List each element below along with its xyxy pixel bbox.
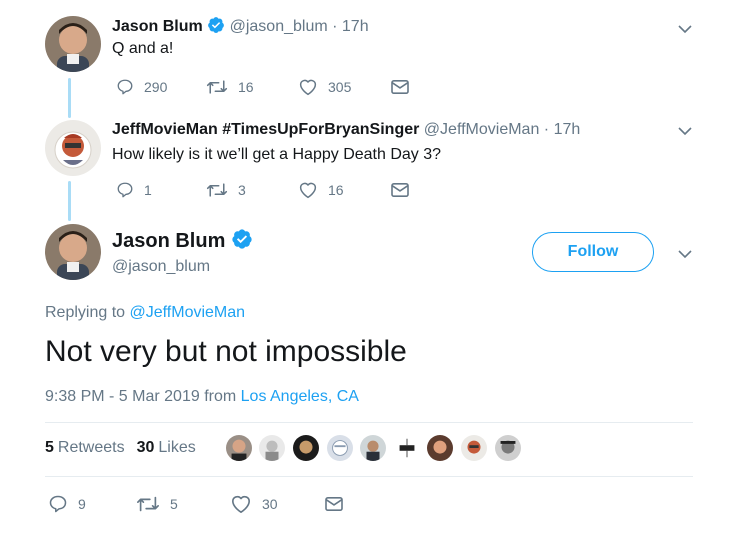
reply-button[interactable]: 9 xyxy=(48,494,136,514)
reply-button[interactable]: 290 xyxy=(116,78,206,96)
tweet2-time[interactable]: · 17h xyxy=(544,121,580,138)
likes-stat[interactable]: 30 Likes xyxy=(137,439,196,457)
liker-avatar[interactable] xyxy=(426,434,454,462)
reply-count: 9 xyxy=(78,496,86,512)
chevron-down-icon[interactable] xyxy=(677,246,693,262)
reply-icon xyxy=(49,495,67,513)
heart-icon xyxy=(299,79,317,96)
main-tweet-text: Not very but not impossible xyxy=(45,335,407,368)
tweet1-author-name[interactable]: Jason Blum xyxy=(112,18,203,35)
chevron-down-icon[interactable] xyxy=(677,21,693,37)
liker-avatar[interactable] xyxy=(292,434,320,462)
tweet2-handle[interactable]: @JeffMovieMan xyxy=(424,121,540,138)
retweet-icon xyxy=(206,80,228,94)
avatar-jeffmovieman[interactable] xyxy=(45,120,101,176)
location-link[interactable]: Los Angeles, CA xyxy=(241,388,359,405)
divider-top xyxy=(45,422,693,423)
chevron-down-icon[interactable] xyxy=(677,123,693,139)
liker-avatar[interactable] xyxy=(225,434,253,462)
tweet1-header: Jason Blum @jason_blum · 17h xyxy=(112,16,369,39)
like-count: 16 xyxy=(328,182,344,198)
liker-avatar[interactable] xyxy=(494,434,522,462)
main-author-name[interactable]: Jason Blum xyxy=(112,230,225,252)
retweet-button[interactable]: 16 xyxy=(206,78,298,96)
heart-icon xyxy=(299,182,317,199)
heart-icon xyxy=(232,495,250,513)
verified-badge-icon xyxy=(207,16,225,39)
timestamp[interactable]: 9:38 PM - 5 Mar 2019 from xyxy=(45,388,236,405)
retweet-count: 5 xyxy=(170,496,178,512)
tweet2-author-name[interactable]: JeffMovieMan #TimesUpForBryanSinger xyxy=(112,121,419,138)
liker-avatar[interactable] xyxy=(258,434,286,462)
retweet-icon xyxy=(137,496,159,512)
liker-avatar[interactable] xyxy=(393,434,421,462)
direct-message-button[interactable] xyxy=(390,182,410,198)
tweet1-time[interactable]: · 17h xyxy=(332,18,368,35)
retweets-stat-count: 5 xyxy=(45,439,54,456)
liker-avatar[interactable] xyxy=(359,434,387,462)
direct-message-button[interactable] xyxy=(324,496,344,512)
like-button[interactable]: 305 xyxy=(298,78,390,96)
retweet-count: 16 xyxy=(238,79,254,95)
direct-message-button[interactable] xyxy=(390,79,410,95)
retweet-icon xyxy=(206,183,228,197)
engagement-stats: 5 Retweets 30 Likes xyxy=(45,439,196,457)
avatar-jason-blum-1[interactable] xyxy=(45,16,101,72)
tweet1-text: Q and a! xyxy=(112,40,174,57)
retweets-stat[interactable]: 5 Retweets xyxy=(45,439,125,457)
retweet-count: 3 xyxy=(238,182,246,198)
thread-line-1 xyxy=(68,78,71,118)
reply-count: 290 xyxy=(144,79,168,95)
replying-to: Replying to @JeffMovieMan xyxy=(45,304,245,322)
retweets-stat-label: Retweets xyxy=(57,439,125,456)
reply-count: 1 xyxy=(144,182,152,198)
avatar-jason-blum-main[interactable] xyxy=(45,224,101,280)
main-author: Jason Blum xyxy=(112,228,253,256)
likes-stat-count: 30 xyxy=(136,439,155,456)
tweet2-text: How likely is it we’ll get a Happy Death… xyxy=(112,146,442,163)
tweet-metadata: 9:38 PM - 5 Mar 2019 from Los Angeles, C… xyxy=(45,388,359,406)
tweet2-header: JeffMovieMan #TimesUpForBryanSinger @Jef… xyxy=(112,121,580,139)
mail-icon xyxy=(325,496,343,512)
verified-badge-icon xyxy=(231,228,253,256)
divider-bottom xyxy=(45,476,693,477)
main-handle[interactable]: @jason_blum xyxy=(112,258,210,276)
like-count: 30 xyxy=(262,496,278,512)
like-count: 305 xyxy=(328,79,352,95)
like-button[interactable]: 16 xyxy=(298,181,390,199)
retweet-button[interactable]: 3 xyxy=(206,181,298,199)
like-button[interactable]: 30 xyxy=(230,494,324,514)
reply-button[interactable]: 1 xyxy=(116,181,206,199)
mail-icon xyxy=(391,182,409,198)
replying-to-prefix: Replying to xyxy=(45,304,126,321)
tweet1-actions: 290 16 305 xyxy=(116,78,410,96)
liker-avatar[interactable] xyxy=(326,434,354,462)
retweet-button[interactable]: 5 xyxy=(136,494,230,514)
thread-line-2 xyxy=(68,181,71,221)
mail-icon xyxy=(391,79,409,95)
liker-avatar[interactable] xyxy=(460,434,488,462)
likes-stat-label: Likes xyxy=(158,439,196,456)
follow-button[interactable]: Follow xyxy=(532,232,654,272)
replying-to-link[interactable]: @JeffMovieMan xyxy=(130,304,246,321)
reply-icon xyxy=(117,182,133,198)
tweet2-actions: 1 3 16 xyxy=(116,181,410,199)
reply-icon xyxy=(117,79,133,95)
tweet1-handle[interactable]: @jason_blum xyxy=(230,18,328,35)
main-actions: 9 5 30 xyxy=(48,494,344,514)
